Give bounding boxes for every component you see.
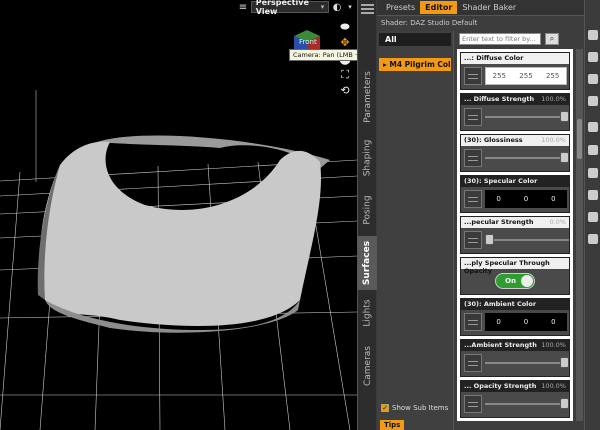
- glossiness-slider[interactable]: [485, 152, 569, 163]
- tool-icon[interactable]: [588, 212, 598, 222]
- strength-slider[interactable]: [485, 357, 569, 368]
- texture-map-button[interactable]: [464, 149, 482, 167]
- expand-arrow-icon[interactable]: ▸: [383, 60, 387, 69]
- tool-icon[interactable]: [588, 52, 598, 62]
- tab-cameras[interactable]: Cameras: [358, 340, 377, 392]
- property-title: ... Diffuse Strength 100.0%: [461, 94, 569, 105]
- viewport-scene: [0, 90, 357, 430]
- property-title: ...ply Specular Through Opacity: [461, 258, 569, 275]
- menu-icon[interactable]: ≡: [238, 1, 248, 13]
- strength-slider[interactable]: [485, 234, 569, 245]
- texture-map-button[interactable]: [464, 231, 482, 249]
- reset-camera-icon[interactable]: ⟲: [339, 84, 352, 97]
- property-panel: ⌕ ...: Diffuse Color 255255255 ... Diffu…: [457, 31, 584, 430]
- tab-lights[interactable]: Lights: [358, 290, 377, 336]
- tab-editor[interactable]: Editor: [420, 1, 458, 14]
- property-title: (30): Glossiness 100.0%: [461, 135, 569, 146]
- strength-slider[interactable]: [485, 398, 569, 409]
- tool-icon[interactable]: [588, 96, 598, 106]
- property-list: ...: Diffuse Color 255 255 255 ... Diffuse…: [457, 49, 573, 421]
- chevron-down-icon[interactable]: ▾: [345, 1, 355, 13]
- camera-tooltip: Camera: Pan (LMB + Drag) | Dolly (RMB + …: [289, 49, 357, 61]
- color-swatch[interactable]: 255 255 255: [485, 67, 567, 85]
- frame-icon[interactable]: ⛶: [339, 68, 352, 81]
- filter-input[interactable]: [459, 33, 541, 45]
- pane-menu-icon[interactable]: [361, 2, 374, 14]
- slider-knob[interactable]: [560, 398, 569, 409]
- tree-root-all[interactable]: All: [379, 33, 451, 46]
- property-title: (30): Specular Color: [461, 176, 569, 187]
- checkbox-checked-icon[interactable]: ✓: [381, 404, 389, 412]
- property-title: ... Opacity Strength 100.0%: [461, 381, 569, 392]
- slider-knob[interactable]: [560, 357, 569, 368]
- property-specular-color: (30): Specular Color 000: [460, 175, 570, 213]
- strength-slider[interactable]: [485, 111, 569, 122]
- scrollbar-thumb[interactable]: [577, 119, 582, 159]
- view-cube-label: Front: [299, 38, 317, 46]
- show-sub-items-toggle[interactable]: ✓ Show Sub Items: [381, 404, 448, 412]
- chevron-down-icon: ▾: [320, 3, 325, 11]
- search-icon[interactable]: ⌕: [545, 33, 559, 45]
- view-selector[interactable]: Perspective View ▾: [250, 0, 330, 16]
- collar-mesh: [37, 135, 330, 333]
- slider-knob[interactable]: [560, 111, 569, 122]
- tree-item-label: M4 Pilgrim Collar: [389, 60, 451, 69]
- view-selector-label: Perspective View: [255, 0, 309, 16]
- property-ambient-strength: ...Ambient Strength 100.0%: [460, 339, 570, 377]
- property-diffuse-strength: ... Diffuse Strength 100.0%: [460, 93, 570, 131]
- property-specular-through-opacity: ...ply Specular Through Opacity On: [460, 257, 570, 295]
- tips-tab[interactable]: Tips: [380, 420, 405, 430]
- tool-icon[interactable]: [588, 168, 598, 178]
- pan-icon[interactable]: ✥: [339, 36, 352, 49]
- texture-map-button[interactable]: [464, 190, 482, 208]
- property-title: (30): Ambient Color: [461, 299, 569, 310]
- tool-icon[interactable]: [588, 190, 598, 200]
- surfaces-pane: Presets Editor Shader Baker Shader: DAZ …: [377, 0, 584, 430]
- viewport[interactable]: ≡ Perspective View ▾ ◐ ▾ ▭ Front ⬬ ✥ ⬤ ⛶…: [0, 0, 357, 430]
- property-title: ...pecular Strength 0.0%: [461, 217, 569, 228]
- filter-row: ⌕: [457, 31, 584, 47]
- show-sub-items-label: Show Sub Items: [392, 404, 449, 412]
- property-title: ...: Diffuse Color: [461, 53, 569, 64]
- texture-map-button[interactable]: [464, 67, 482, 85]
- surfaces-tabs: Presets Editor Shader Baker: [377, 0, 584, 16]
- slider-knob[interactable]: [560, 152, 569, 163]
- tool-icon[interactable]: [588, 74, 598, 84]
- property-specular-strength: ...pecular Strength 0.0%: [460, 216, 570, 254]
- texture-map-button[interactable]: [464, 108, 482, 126]
- on-off-toggle[interactable]: On: [495, 273, 535, 289]
- tab-presets[interactable]: Presets: [381, 1, 420, 14]
- tree-item-pilgrim-collar[interactable]: ▸ M4 Pilgrim Collar: [379, 58, 451, 71]
- shader-label: Shader: DAZ Studio Default: [381, 19, 478, 27]
- tool-icon[interactable]: [588, 30, 598, 40]
- property-ambient-color: (30): Ambient Color 000: [460, 298, 570, 336]
- property-title: ...Ambient Strength 100.0%: [461, 340, 569, 351]
- slider-knob[interactable]: [485, 234, 494, 245]
- right-tool-strip: [584, 0, 600, 430]
- color-swatch[interactable]: 000: [485, 313, 567, 331]
- property-glossiness: (30): Glossiness 100.0%: [460, 134, 570, 172]
- texture-map-button[interactable]: [464, 395, 482, 413]
- viewport-header: ≡ Perspective View ▾ ◐ ▾ ▭: [238, 0, 357, 16]
- texture-map-button[interactable]: [464, 313, 482, 331]
- tab-parameters[interactable]: Parameters: [358, 62, 377, 132]
- property-diffuse-color: ...: Diffuse Color 255 255 255: [460, 52, 570, 90]
- tool-icon[interactable]: [588, 122, 598, 132]
- property-opacity-strength: ... Opacity Strength 100.0%: [460, 380, 570, 418]
- tab-shader-baker[interactable]: Shader Baker: [457, 1, 521, 14]
- tab-shaping[interactable]: Shaping: [358, 132, 377, 184]
- tool-icon[interactable]: [588, 145, 598, 155]
- tool-icon[interactable]: [588, 234, 598, 244]
- orbit-icon[interactable]: ⬬: [339, 20, 352, 33]
- tab-surfaces[interactable]: Surfaces: [358, 236, 377, 290]
- color-swatch[interactable]: 000: [485, 190, 567, 208]
- draw-style-icon[interactable]: ◐: [332, 1, 342, 13]
- property-scrollbar[interactable]: [576, 49, 583, 421]
- tab-posing[interactable]: Posing: [358, 184, 377, 236]
- surface-tree: All ▸ M4 Pilgrim Collar ✓ Show Sub Items: [377, 31, 454, 430]
- side-tab-strip: Parameters Shaping Posing Surfaces Light…: [357, 0, 377, 430]
- texture-map-button[interactable]: [464, 354, 482, 372]
